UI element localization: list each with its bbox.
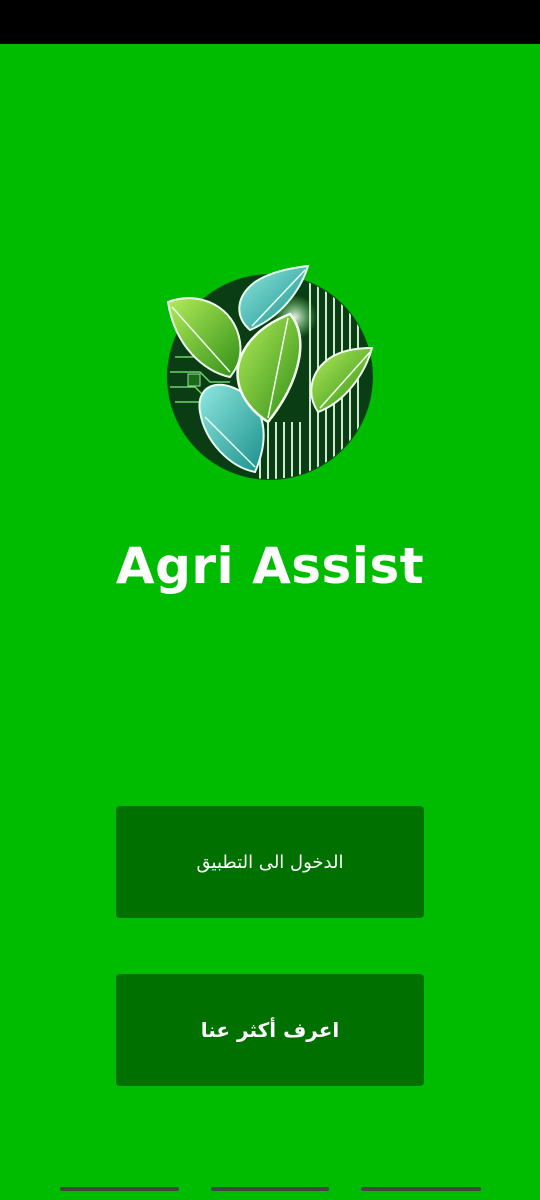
nav-recents-pill[interactable] [60,1187,179,1191]
status-bar [0,0,540,44]
enter-app-label: الدخول الى التطبيق [196,851,344,873]
app-title: Agri Assist [115,537,425,595]
about-us-label: اعرف أكثر عنا [200,1018,340,1042]
nav-back-pill[interactable] [361,1187,481,1191]
leaf-circuit-logo-icon [166,264,374,480]
splash-screen: Agri Assist الدخول الى التطبيق اعرف أكثر… [0,0,540,1200]
navigation-bar [0,1177,540,1200]
nav-home-pill[interactable] [211,1187,329,1191]
about-us-button[interactable]: اعرف أكثر عنا [116,974,424,1086]
enter-app-button[interactable]: الدخول الى التطبيق [116,806,424,918]
